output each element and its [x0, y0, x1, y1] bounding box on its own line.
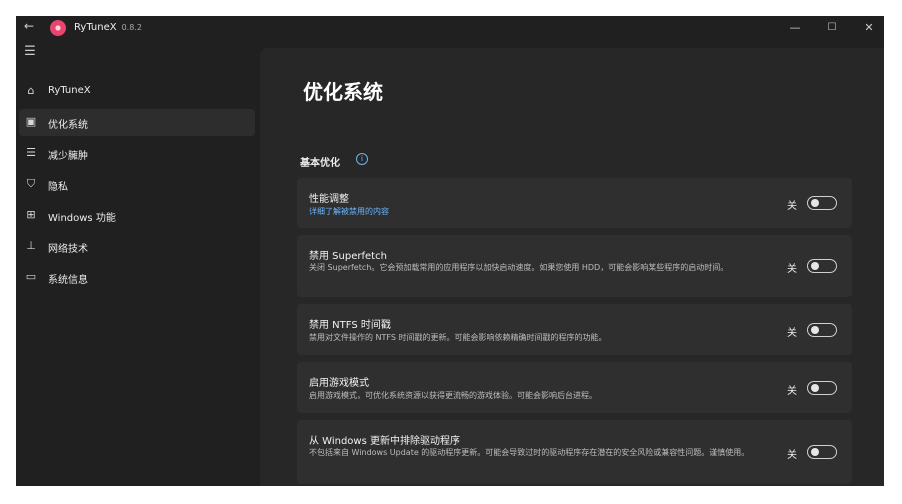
close-button[interactable]: ✕ — [854, 18, 884, 38]
back-arrow-icon[interactable]: ← — [24, 19, 34, 33]
ntfs-toggle[interactable] — [807, 323, 837, 337]
sidebar-item-optimize[interactable]: ▣ 优化系统 — [19, 109, 255, 136]
list-icon: ☰ — [26, 146, 36, 159]
app-version: 0.8.2 — [121, 23, 142, 32]
setting-title: 性能调整 — [309, 194, 349, 205]
apps-icon: ⊞ — [26, 208, 36, 221]
toggle-state-label: 关 — [787, 264, 797, 275]
toggle-knob — [811, 326, 819, 334]
laptop-icon: ▭ — [25, 270, 37, 283]
learn-more-link[interactable]: 详细了解被禁用的内容 — [309, 206, 389, 217]
network-icon: ⊥ — [26, 239, 36, 252]
page-title: 优化系统 — [303, 80, 383, 104]
toggle-knob — [811, 262, 819, 270]
sidebar-item-label: RyTuneX — [48, 85, 91, 96]
section-title: 基本优化 — [300, 158, 340, 169]
sidebar-item-label: 网络技术 — [48, 244, 88, 255]
app-window: ← RyTuneX 0.8.2 — ☐ ✕ ☰ ⌂ RyTuneX ▣ 优化系统 … — [16, 16, 884, 486]
setting-description: 禁用对文件操作的 NTFS 时间戳的更新。可能会影响依赖精确时间戳的程序的功能。 — [309, 333, 607, 342]
home-icon: ⌂ — [27, 84, 35, 97]
performance-toggle[interactable] — [807, 196, 837, 210]
sidebar-item-label: Windows 功能 — [48, 213, 116, 224]
setting-description: 启用游戏模式，可优化系统资源以获得更流畅的游戏体验。可能会影响后台进程。 — [309, 391, 597, 400]
setting-title: 启用游戏模式 — [309, 378, 369, 389]
sidebar-item-network[interactable]: ⊥ 网络技术 — [19, 233, 255, 260]
toggle-state-label: 关 — [787, 450, 797, 461]
toggle-state-label: 关 — [787, 328, 797, 339]
sidebar-item-label: 优化系统 — [48, 120, 88, 131]
setting-title: 从 Windows 更新中排除驱动程序 — [309, 436, 460, 447]
app-logo-icon — [50, 20, 66, 36]
setting-title: 禁用 NTFS 时间戳 — [309, 320, 391, 331]
exclude-drivers-toggle[interactable] — [807, 445, 837, 459]
setting-description: 关闭 Superfetch。它会预加载常用的应用程序以加快启动速度。如果您使用 … — [309, 263, 729, 272]
setting-title: 禁用 Superfetch — [309, 251, 387, 262]
sidebar-item-home[interactable]: ⌂ RyTuneX — [19, 78, 255, 105]
app-title: RyTuneX 0.8.2 — [74, 22, 142, 33]
toggle-state-label: 关 — [787, 201, 797, 212]
setting-card-performance: 性能调整 详细了解被禁用的内容 关 — [297, 178, 852, 228]
setting-card-superfetch: 禁用 Superfetch 关闭 Superfetch。它会预加载常用的应用程序… — [297, 235, 852, 297]
optimize-icon: ▣ — [25, 115, 37, 128]
sidebar-item-label: 隐私 — [48, 182, 68, 193]
setting-card-exclude-drivers: 从 Windows 更新中排除驱动程序 不包括来自 Windows Update… — [297, 420, 852, 484]
info-icon[interactable]: i — [356, 153, 368, 165]
sidebar-item-system-info[interactable]: ▭ 系统信息 — [19, 264, 255, 291]
main-content: 优化系统 基本优化 i 性能调整 详细了解被禁用的内容 关 禁用 Superfe… — [260, 48, 884, 486]
app-name: RyTuneX — [74, 22, 117, 33]
shield-icon: ⛉ — [26, 177, 36, 190]
title-bar: ← RyTuneX 0.8.2 — ☐ ✕ — [16, 16, 884, 40]
hamburger-icon[interactable]: ☰ — [22, 44, 38, 60]
setting-card-game-mode: 启用游戏模式 启用游戏模式，可优化系统资源以获得更流畅的游戏体验。可能会影响后台… — [297, 362, 852, 413]
maximize-button[interactable]: ☐ — [817, 18, 847, 38]
sidebar-item-windows-features[interactable]: ⊞ Windows 功能 — [19, 202, 255, 229]
setting-description: 不包括来自 Windows Update 的驱动程序更新。可能会导致过时的驱动程… — [309, 448, 750, 457]
toggle-state-label: 关 — [787, 386, 797, 397]
sidebar-item-debloat[interactable]: ☰ 减少臃肿 — [19, 140, 255, 167]
superfetch-toggle[interactable] — [807, 259, 837, 273]
toggle-knob — [811, 384, 819, 392]
toggle-knob — [811, 199, 819, 207]
sidebar-item-privacy[interactable]: ⛉ 隐私 — [19, 171, 255, 198]
game-mode-toggle[interactable] — [807, 381, 837, 395]
setting-card-ntfs: 禁用 NTFS 时间戳 禁用对文件操作的 NTFS 时间戳的更新。可能会影响依赖… — [297, 304, 852, 355]
sidebar-item-label: 系统信息 — [48, 275, 88, 286]
toggle-knob — [811, 448, 819, 456]
sidebar: ☰ ⌂ RyTuneX ▣ 优化系统 ☰ 减少臃肿 ⛉ 隐私 ⊞ Windows… — [16, 40, 260, 486]
minimize-button[interactable]: — — [780, 18, 810, 38]
sidebar-item-label: 减少臃肿 — [48, 151, 88, 162]
